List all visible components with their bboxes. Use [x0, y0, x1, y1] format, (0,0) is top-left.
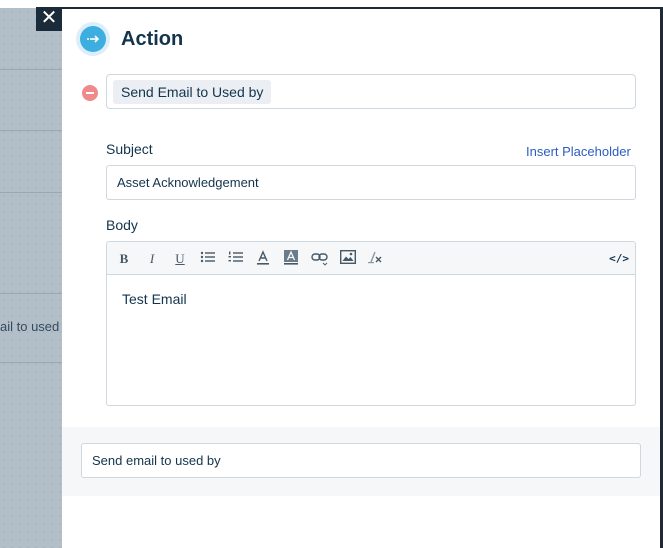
- numbered-list-button[interactable]: [227, 250, 245, 268]
- body-editor: B I U </> Test Email: [106, 241, 636, 406]
- remove-action-icon[interactable]: [82, 85, 98, 101]
- image-icon: [339, 249, 357, 265]
- canvas-divider: [0, 69, 62, 70]
- bold-button[interactable]: B: [118, 250, 130, 268]
- canvas-divider: [0, 293, 62, 294]
- action-name-input[interactable]: [81, 443, 641, 478]
- bulleted-list-button[interactable]: [199, 250, 217, 268]
- panel-title: Action: [121, 27, 184, 50]
- action-chip[interactable]: Send Email to Used by: [113, 80, 272, 104]
- subject-label: Subject: [106, 141, 153, 157]
- clear-formatting-icon: [368, 251, 382, 264]
- panel-header: Action: [76, 22, 183, 56]
- action-select[interactable]: Send Email to Used by: [106, 74, 636, 109]
- background-color-button[interactable]: [283, 250, 299, 268]
- workflow-canvas-background: ail to used: [0, 0, 62, 548]
- canvas-divider: [0, 192, 62, 193]
- underline-button[interactable]: U: [174, 250, 186, 268]
- canvas-node-label[interactable]: ail to used: [0, 319, 62, 334]
- editor-content[interactable]: Test Email: [107, 275, 635, 323]
- italic-button[interactable]: I: [146, 250, 158, 268]
- font-color-button[interactable]: [255, 250, 271, 268]
- insert-image-button[interactable]: [339, 249, 357, 268]
- background-color-icon: [284, 250, 298, 265]
- canvas-divider: [0, 130, 62, 131]
- canvas-divider: [0, 362, 62, 363]
- link-icon: [311, 253, 328, 266]
- panel-footer: [62, 427, 661, 496]
- clear-formatting-button[interactable]: [366, 250, 384, 268]
- insert-link-button[interactable]: [311, 250, 329, 268]
- insert-placeholder-link[interactable]: Insert Placeholder: [526, 144, 631, 159]
- numbered-list-icon: [228, 251, 243, 262]
- action-panel: Action Send Email to Used by Subject Ins…: [62, 9, 661, 548]
- bulleted-list-icon: [200, 251, 215, 263]
- arrow-right-icon: [87, 35, 100, 43]
- font-color-icon: [257, 250, 269, 265]
- close-button[interactable]: ✕: [36, 7, 62, 31]
- subject-input[interactable]: [106, 165, 636, 200]
- editor-toolbar: B I U </>: [107, 242, 635, 275]
- body-label: Body: [106, 217, 138, 233]
- action-icon: [76, 22, 110, 56]
- source-code-button[interactable]: </>: [609, 250, 629, 268]
